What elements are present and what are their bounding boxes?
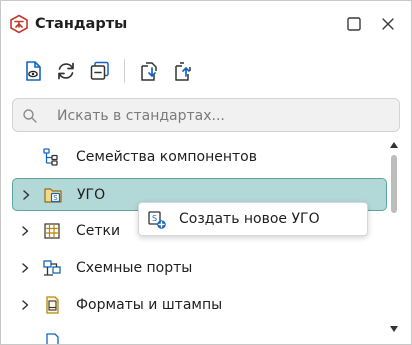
component-families-icon bbox=[43, 148, 58, 166]
toolbar bbox=[1, 55, 411, 89]
import-icon[interactable] bbox=[137, 59, 161, 83]
scroll-up-icon[interactable] bbox=[389, 141, 399, 149]
chevron-right-icon[interactable] bbox=[19, 299, 31, 311]
tree-item-label: Схемные порты bbox=[76, 260, 193, 276]
search-input[interactable] bbox=[57, 105, 387, 127]
symbol-folder-icon: S bbox=[44, 188, 62, 203]
chevron-right-icon[interactable] bbox=[19, 225, 31, 237]
refresh-icon[interactable] bbox=[54, 59, 78, 83]
search-box bbox=[12, 98, 400, 132]
context-menu-create-symbol[interactable]: S Создать новое УГО bbox=[138, 202, 368, 236]
export-icon[interactable] bbox=[171, 59, 195, 83]
svg-text:S: S bbox=[53, 194, 58, 202]
panel-title: Стандарты bbox=[35, 16, 128, 32]
standards-logo-icon bbox=[10, 14, 28, 34]
grid-icon bbox=[44, 223, 60, 239]
formats-stamps-icon bbox=[46, 296, 59, 314]
close-icon[interactable] bbox=[378, 14, 398, 34]
tree-item-label: УГО bbox=[77, 187, 106, 203]
toolbar-separator bbox=[124, 59, 125, 83]
search-icon bbox=[23, 109, 37, 123]
scroll-down-icon[interactable] bbox=[389, 325, 399, 333]
collapse-all-icon[interactable] bbox=[88, 59, 112, 83]
tree-item-label: Сетки bbox=[76, 223, 121, 239]
document-icon bbox=[46, 333, 59, 344]
context-menu-label: Создать новое УГО bbox=[179, 211, 320, 227]
tree-item-label: Форматы и штампы bbox=[76, 297, 223, 313]
view-document-icon[interactable] bbox=[21, 59, 45, 83]
create-symbol-icon: S bbox=[148, 211, 166, 229]
panel-header: Стандарты bbox=[1, 1, 411, 47]
standards-panel: Стандарты Искать в стандартах... Семейст… bbox=[0, 0, 412, 345]
tree-scrollbar[interactable] bbox=[387, 139, 401, 339]
chevron-right-icon[interactable] bbox=[20, 189, 32, 201]
standards-tree: Семейства компонентов S УГО Сетки Схемны… bbox=[1, 139, 389, 344]
svg-text:S: S bbox=[152, 214, 157, 223]
maximize-icon[interactable] bbox=[344, 14, 364, 34]
schematic-ports-icon bbox=[43, 260, 61, 276]
tree-item-component-families[interactable]: Семейства компонентов bbox=[12, 141, 387, 174]
tree-item-partial[interactable] bbox=[12, 326, 387, 344]
scroll-thumb[interactable] bbox=[391, 155, 397, 213]
tree-item-label: Семейства компонентов bbox=[76, 149, 257, 165]
chevron-right-icon[interactable] bbox=[19, 262, 31, 274]
tree-item-schematic-ports[interactable]: Схемные порты bbox=[12, 252, 387, 285]
tree-item-formats-stamps[interactable]: Форматы и штампы bbox=[12, 289, 387, 322]
